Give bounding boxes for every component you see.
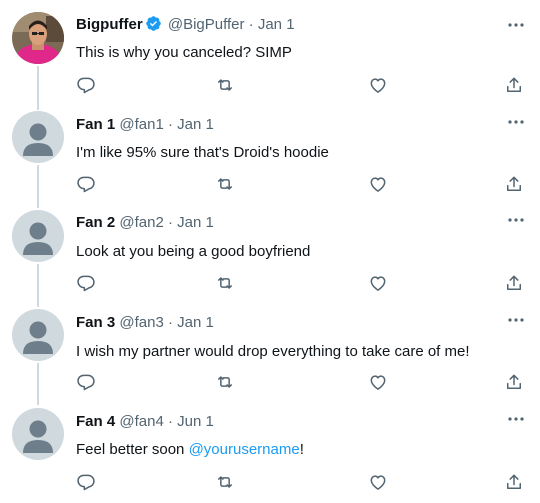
reply-thread: Bigpuffer @BigPuffer · Jan 1 This is why… (0, 0, 540, 503)
more-icon[interactable] (506, 15, 526, 35)
user-handle[interactable]: @fan1 (119, 116, 163, 133)
default-avatar-icon (12, 111, 64, 163)
tweet-text: Look at you being a good boyfriend (76, 243, 311, 260)
avatar[interactable] (12, 309, 64, 361)
tweet-text: I wish my partner would drop everything … (76, 343, 470, 360)
tweet[interactable]: Bigpuffer @BigPuffer · Jan 1 This is why… (0, 0, 540, 99)
profile-photo (12, 12, 64, 64)
tweet-date[interactable]: Jan 1 (258, 16, 295, 33)
retweet-icon[interactable] (213, 470, 237, 494)
tweet-text: I'm like 95% sure that's Droid's hoodie (76, 144, 329, 161)
more-icon[interactable] (506, 210, 526, 230)
user-mention-link[interactable]: @yourusername (189, 441, 300, 458)
tweet-date[interactable]: Jan 1 (177, 116, 214, 133)
user-handle[interactable]: @fan4 (119, 413, 163, 430)
user-handle[interactable]: @fan3 (119, 314, 163, 331)
tweet-actions (0, 370, 540, 394)
avatar[interactable] (12, 210, 64, 262)
retweet-icon[interactable] (213, 73, 237, 97)
separator-dot: · (167, 214, 173, 231)
more-icon[interactable] (506, 409, 526, 429)
like-icon[interactable] (366, 271, 390, 295)
tweet-date[interactable]: Jan 1 (177, 214, 214, 231)
retweet-icon[interactable] (213, 271, 237, 295)
user-handle[interactable]: @fan2 (119, 214, 163, 231)
reply-icon[interactable] (74, 370, 98, 394)
tweet-header: Bigpuffer @BigPuffer · Jan 1 (76, 15, 295, 38)
user-handle[interactable]: @BigPuffer (168, 16, 245, 33)
share-icon[interactable] (502, 470, 526, 494)
share-icon[interactable] (502, 73, 526, 97)
display-name[interactable]: Fan 1 (76, 116, 115, 133)
separator-dot: · (167, 116, 173, 133)
tweet[interactable]: Fan 3 @fan3 · Jan 1 I wish my partner wo… (0, 297, 540, 396)
tweet-actions (0, 172, 540, 196)
display-name[interactable]: Bigpuffer (76, 16, 143, 33)
separator-dot: · (167, 413, 173, 430)
reply-icon[interactable] (74, 271, 98, 295)
tweet-text-before: Feel better soon (76, 441, 189, 458)
share-icon[interactable] (502, 370, 526, 394)
tweet[interactable]: Fan 1 @fan1 · Jan 1 I'm like 95% sure th… (0, 99, 540, 198)
like-icon[interactable] (366, 172, 390, 196)
default-avatar-icon (12, 408, 64, 460)
more-icon[interactable] (506, 112, 526, 132)
tweet-actions (0, 470, 540, 494)
tweet-text: Feel better soon @yourusername! (76, 440, 304, 460)
share-icon[interactable] (502, 172, 526, 196)
retweet-icon[interactable] (213, 370, 237, 394)
like-icon[interactable] (366, 470, 390, 494)
default-avatar-icon (12, 309, 64, 361)
display-name[interactable]: Fan 2 (76, 214, 115, 231)
tweet-header: Fan 4 @fan4 · Jun 1 (76, 412, 214, 432)
reply-icon[interactable] (74, 172, 98, 196)
avatar[interactable] (12, 408, 64, 460)
share-icon[interactable] (502, 271, 526, 295)
more-icon[interactable] (506, 310, 526, 330)
tweet-header: Fan 1 @fan1 · Jan 1 (76, 115, 214, 135)
tweet-header: Fan 2 @fan2 · Jan 1 (76, 213, 214, 233)
reply-icon[interactable] (74, 73, 98, 97)
like-icon[interactable] (366, 370, 390, 394)
display-name[interactable]: Fan 4 (76, 413, 115, 430)
tweet[interactable]: Fan 4 @fan4 · Jun 1 Feel better soon @yo… (0, 396, 540, 503)
tweet-date[interactable]: Jun 1 (177, 413, 214, 430)
tweet[interactable]: Fan 2 @fan2 · Jan 1 Look at you being a … (0, 198, 540, 297)
separator-dot: · (248, 16, 254, 33)
tweet-actions (0, 271, 540, 295)
retweet-icon[interactable] (213, 172, 237, 196)
reply-icon[interactable] (74, 470, 98, 494)
display-name[interactable]: Fan 3 (76, 314, 115, 331)
tweet-actions (0, 73, 540, 97)
separator-dot: · (167, 314, 173, 331)
tweet-text-after: ! (299, 441, 304, 458)
default-avatar-icon (12, 210, 64, 262)
avatar[interactable] (12, 12, 64, 64)
tweet-text: This is why you canceled? SIMP (76, 44, 292, 61)
tweet-header: Fan 3 @fan3 · Jan 1 (76, 313, 214, 333)
like-icon[interactable] (366, 73, 390, 97)
tweet-date[interactable]: Jan 1 (177, 314, 214, 331)
avatar[interactable] (12, 111, 64, 163)
verified-badge-icon (145, 15, 162, 38)
